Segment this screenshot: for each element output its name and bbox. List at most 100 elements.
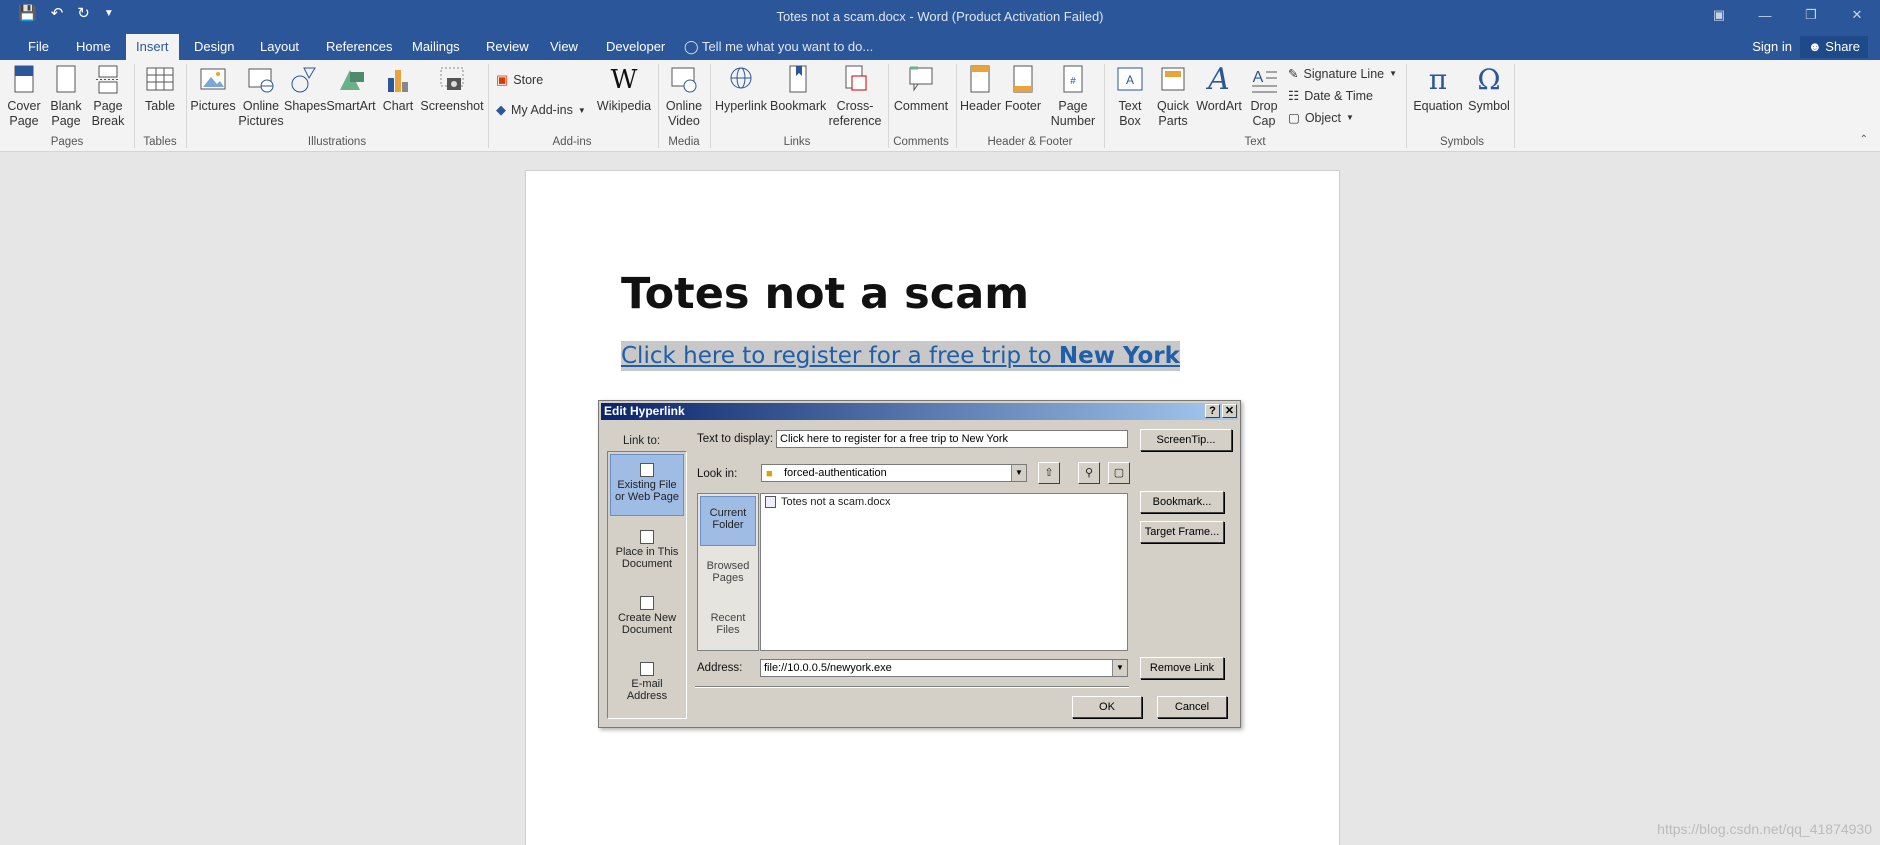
- online-pictures-button[interactable]: Online Pictures: [238, 64, 284, 129]
- sign-in-link[interactable]: Sign in: [1752, 34, 1792, 60]
- tab-view[interactable]: View: [540, 34, 588, 60]
- link-option-place-in-document[interactable]: Place in This Document: [610, 524, 684, 578]
- document-hyperlink[interactable]: Click here to register for a free trip t…: [621, 341, 1180, 371]
- tab-references[interactable]: References: [316, 34, 402, 60]
- tab-developer[interactable]: Developer: [596, 34, 675, 60]
- minimize-icon[interactable]: —: [1742, 0, 1788, 30]
- chevron-down-icon[interactable]: ▼: [1011, 465, 1026, 481]
- store-button[interactable]: ▣ Store: [496, 72, 543, 88]
- ribbon-display-icon[interactable]: ▣: [1696, 0, 1742, 30]
- up-folder-icon[interactable]: ⇧: [1038, 462, 1060, 484]
- list-item[interactable]: Totes not a scam.docx: [765, 496, 890, 508]
- shapes-button[interactable]: Shapes: [284, 64, 326, 114]
- drop-cap-button[interactable]: A Drop Cap: [1246, 64, 1282, 129]
- smartart-button[interactable]: SmartArt: [326, 64, 376, 114]
- page-break-icon: [96, 65, 120, 94]
- tab-home[interactable]: Home: [66, 34, 121, 60]
- tab-design[interactable]: Design: [184, 34, 244, 60]
- table-icon: [146, 67, 174, 91]
- online-video-icon: [671, 67, 697, 93]
- header-button[interactable]: Header: [960, 64, 1001, 114]
- nav-current-folder[interactable]: Current Folder: [700, 496, 756, 546]
- object-label: Object: [1304, 110, 1341, 125]
- equation-button[interactable]: π Equation: [1412, 64, 1464, 114]
- cancel-button[interactable]: Cancel: [1157, 696, 1227, 718]
- screenshot-icon: [440, 67, 464, 90]
- chart-label: Chart: [382, 99, 414, 113]
- tab-review[interactable]: Review: [476, 34, 539, 60]
- addins-icon: ◆: [496, 102, 506, 117]
- cover-page-button[interactable]: Cover Page: [6, 64, 42, 129]
- object-icon: ▢: [1288, 111, 1300, 125]
- collapse-ribbon-icon[interactable]: ⌃: [1860, 134, 1868, 145]
- target-frame-button[interactable]: Target Frame...: [1140, 521, 1224, 543]
- quick-parts-button[interactable]: Quick Parts: [1152, 64, 1194, 129]
- object-button[interactable]: ▢ Object ▼: [1288, 110, 1354, 126]
- tab-mailings[interactable]: Mailings: [402, 34, 470, 60]
- pictures-button[interactable]: Pictures: [190, 64, 236, 114]
- email-icon: [640, 662, 654, 676]
- hyperlink-icon: [730, 67, 752, 89]
- chevron-down-icon[interactable]: ▼: [1112, 660, 1127, 676]
- smartart-icon: [340, 70, 364, 90]
- text-box-button[interactable]: A Text Box: [1110, 64, 1150, 129]
- link-option-existing-file[interactable]: Existing File or Web Page: [610, 454, 684, 516]
- text-box-icon: A: [1117, 67, 1143, 91]
- edit-hyperlink-dialog: Edit Hyperlink ? ✕ Link to: Existing Fil…: [598, 400, 1241, 728]
- close-icon[interactable]: ✕: [1222, 404, 1237, 418]
- signature-line-button[interactable]: ✎ Signature Line ▼: [1288, 66, 1397, 82]
- cover-page-icon: [14, 65, 34, 93]
- bookmark-button[interactable]: Bookmark: [770, 64, 826, 114]
- tell-me-search[interactable]: ◯ Tell me what you want to do...: [684, 34, 873, 60]
- symbol-button[interactable]: Ω Symbol: [1464, 64, 1514, 114]
- footer-button[interactable]: Footer: [1002, 64, 1044, 114]
- svg-text:#: #: [1070, 76, 1076, 87]
- dialog-title: Edit Hyperlink: [604, 404, 685, 418]
- restore-icon[interactable]: ❐: [1788, 0, 1834, 30]
- date-time-button[interactable]: ☷ Date & Time: [1288, 88, 1373, 104]
- page-break-button[interactable]: Page Break: [90, 64, 126, 129]
- nav-recent-files[interactable]: Recent Files: [700, 602, 756, 650]
- text-to-display-input[interactable]: Click here to register for a free trip t…: [776, 430, 1128, 448]
- pages-group-label: Pages: [50, 136, 84, 148]
- cover-page-label: Cover Page: [7, 99, 41, 128]
- link-option-email[interactable]: E-mail Address: [610, 656, 684, 710]
- browse-file-icon[interactable]: ▢: [1108, 462, 1130, 484]
- comment-button[interactable]: Comment: [892, 64, 950, 114]
- online-video-button[interactable]: Online Video: [664, 64, 704, 129]
- addins-group-label: Add-ins: [552, 136, 592, 148]
- chart-button[interactable]: Chart: [380, 64, 416, 114]
- text-to-display-label: Text to display:: [697, 433, 774, 445]
- symbols-group-label: Symbols: [1439, 136, 1485, 148]
- online-pictures-label: Online Pictures: [238, 99, 284, 128]
- calendar-icon: ☷: [1288, 89, 1300, 103]
- look-in-select[interactable]: ■ forced-authentication ▼: [761, 464, 1027, 482]
- screentip-button[interactable]: ScreenTip...: [1140, 429, 1232, 451]
- my-addins-button[interactable]: ◆ My Add-ins ▼: [496, 102, 586, 118]
- wikipedia-button[interactable]: W Wikipedia: [596, 64, 652, 114]
- tab-file[interactable]: File: [18, 34, 59, 60]
- browse-web-icon[interactable]: ⚲: [1078, 462, 1100, 484]
- svg-text:A: A: [1126, 73, 1134, 87]
- bookmark-dialog-button[interactable]: Bookmark...: [1140, 491, 1224, 513]
- address-input[interactable]: file://10.0.0.5/newyork.exe ▼: [760, 659, 1128, 677]
- ok-button[interactable]: OK: [1072, 696, 1142, 718]
- separator: [1514, 64, 1515, 148]
- blank-page-button[interactable]: Blank Page: [48, 64, 84, 129]
- screenshot-button[interactable]: Screenshot: [420, 64, 484, 114]
- tab-layout[interactable]: Layout: [250, 34, 309, 60]
- hyperlink-button[interactable]: Hyperlink: [714, 64, 768, 114]
- wordart-button[interactable]: A WordArt: [1196, 64, 1242, 114]
- table-button[interactable]: Table: [142, 64, 178, 114]
- link-option-create-new[interactable]: Create New Document: [610, 590, 684, 644]
- close-icon[interactable]: ✕: [1834, 0, 1880, 30]
- tab-insert[interactable]: Insert: [126, 34, 179, 60]
- remove-link-button[interactable]: Remove Link: [1140, 657, 1224, 679]
- nav-browsed-pages[interactable]: Browsed Pages: [700, 550, 756, 598]
- page-number-button[interactable]: # Page Number: [1046, 64, 1100, 129]
- help-icon[interactable]: ?: [1205, 404, 1220, 418]
- cross-reference-button[interactable]: Cross- reference: [828, 64, 882, 129]
- pictures-label: Pictures: [190, 99, 236, 113]
- share-button[interactable]: ☻ Share: [1799, 36, 1868, 58]
- blank-page-icon: [56, 65, 76, 93]
